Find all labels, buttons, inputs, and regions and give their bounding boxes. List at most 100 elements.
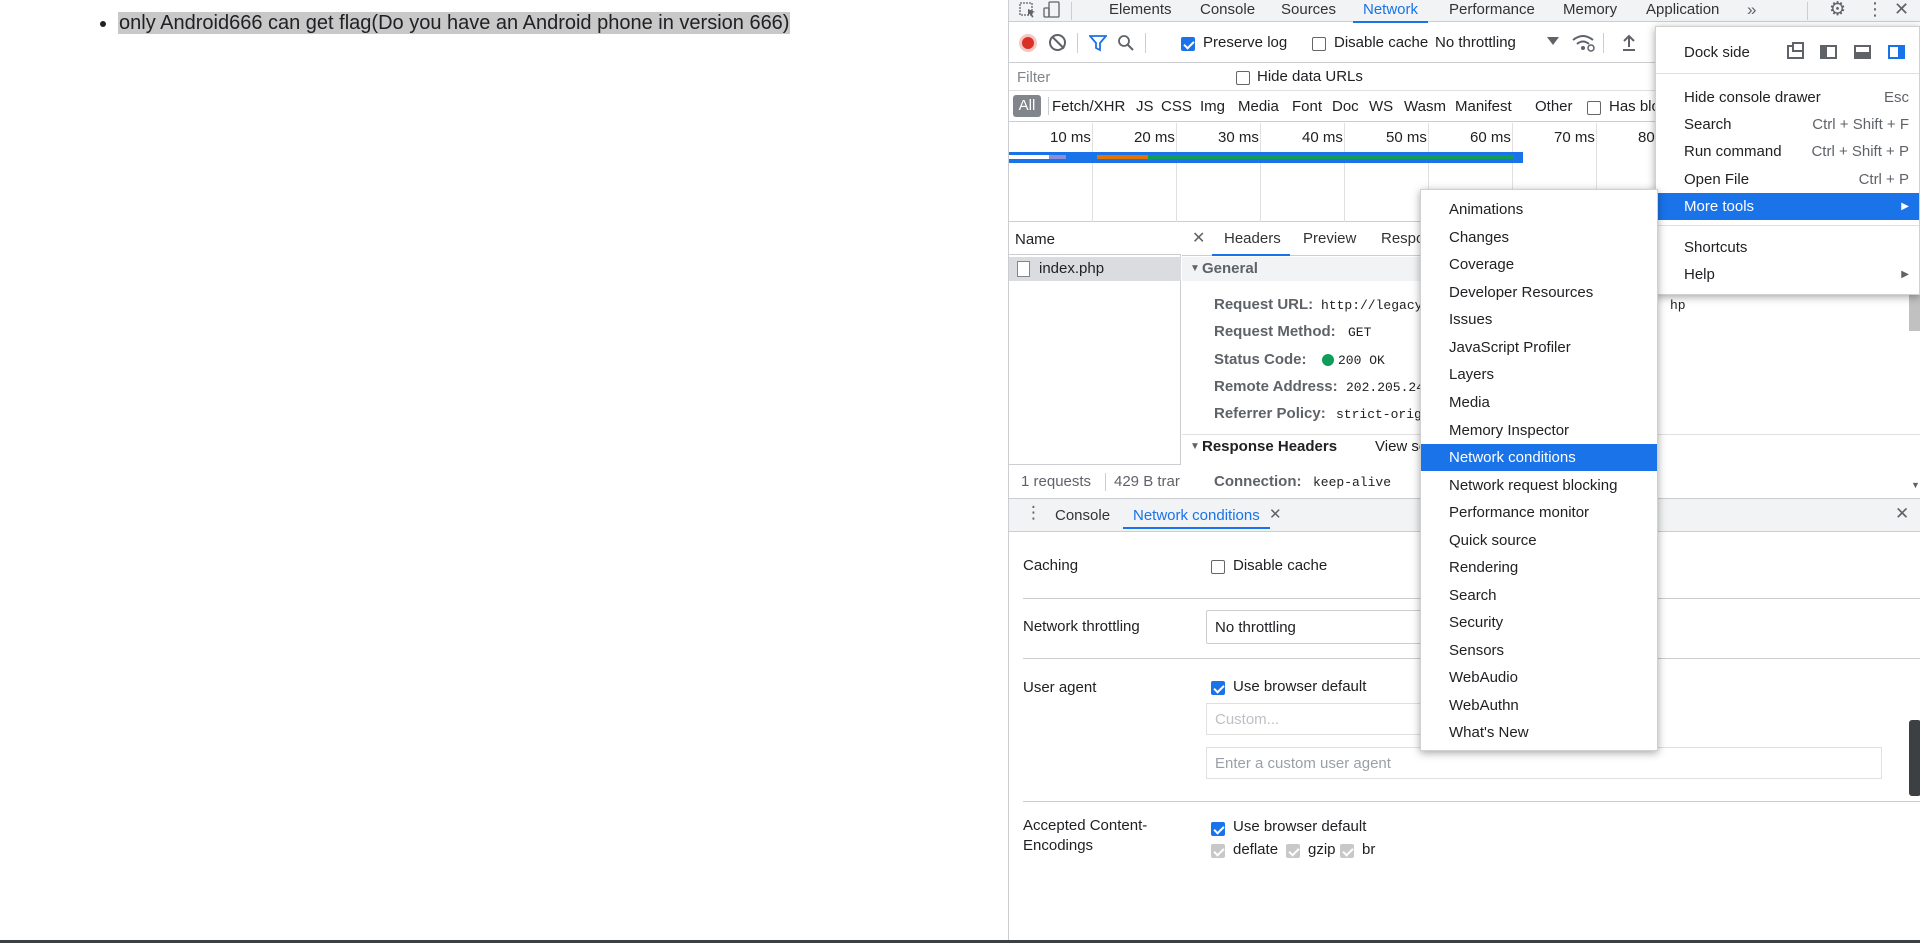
menu-item-network-conditions[interactable]: Network conditions — [1421, 444, 1657, 471]
encoding-br-checkbox — [1340, 842, 1354, 859]
menu-item-animations[interactable]: Animations — [1421, 196, 1657, 223]
type-divider — [1048, 97, 1049, 115]
bullet-text: only Android666 can get flag(Do you have… — [118, 12, 791, 34]
menu-item-coverage[interactable]: Coverage — [1421, 251, 1657, 278]
menu-item-hide-console-drawer[interactable]: Hide console drawer Esc — [1656, 84, 1919, 111]
menu-item-more-tools[interactable]: More tools ▶ — [1656, 193, 1919, 220]
drawer-disable-cache-checkbox[interactable] — [1211, 558, 1225, 575]
scrollbar-thumb[interactable] — [1909, 290, 1920, 331]
tab-sources[interactable]: Sources — [1281, 0, 1336, 22]
tab-elements[interactable]: Elements — [1109, 0, 1172, 22]
timeline-gridline — [1092, 123, 1093, 222]
device-toolbar-icon[interactable] — [1043, 1, 1061, 19]
scroll-down-icon[interactable]: ▼ — [1911, 480, 1920, 490]
has-blocked-cookies-checkbox[interactable] — [1587, 99, 1601, 116]
throttling-select[interactable]: No throttling — [1435, 34, 1516, 51]
type-filter-font[interactable]: Font — [1292, 98, 1322, 115]
record-icon[interactable] — [1019, 34, 1037, 52]
menu-item-search[interactable]: Search — [1421, 582, 1657, 609]
menu-item-developer-resources[interactable]: Developer Resources — [1421, 279, 1657, 306]
type-filter-xhr[interactable]: Fetch/XHR — [1052, 98, 1125, 115]
user-agent-label: User agent — [1023, 679, 1097, 696]
close-drawer-icon[interactable]: ✕ — [1895, 504, 1909, 524]
header-label: Request Method: — [1214, 323, 1336, 340]
menu-item-webauthn[interactable]: WebAuthn — [1421, 692, 1657, 719]
type-filter-img[interactable]: Img — [1200, 98, 1225, 115]
menu-item-help[interactable]: Help ▶ — [1656, 261, 1919, 288]
preserve-log-checkbox[interactable] — [1181, 35, 1195, 52]
filter-icon[interactable] — [1088, 34, 1108, 56]
clear-icon[interactable] — [1049, 34, 1066, 51]
network-conditions-wifi-icon[interactable] — [1571, 33, 1595, 57]
menu-item-whats-new[interactable]: What's New — [1421, 719, 1657, 746]
menu-item-media[interactable]: Media — [1421, 389, 1657, 416]
timeline-tick: 30 ms — [1218, 129, 1259, 146]
disable-cache-checkbox[interactable] — [1312, 35, 1326, 52]
ua-browser-default-checkbox[interactable] — [1211, 679, 1225, 696]
caching-label: Caching — [1023, 557, 1079, 574]
menu-item-memory-inspector[interactable]: Memory Inspector — [1421, 417, 1657, 444]
menu-item-run-command[interactable]: Run command Ctrl + Shift + P — [1656, 138, 1919, 165]
table-row[interactable]: index.php — [1009, 257, 1181, 281]
close-detail-icon[interactable]: ✕ — [1192, 228, 1205, 248]
tab-headers[interactable]: Headers — [1224, 229, 1281, 251]
close-tab-icon[interactable]: ✕ — [1269, 505, 1282, 523]
search-icon[interactable] — [1117, 34, 1135, 56]
type-filter-ws[interactable]: WS — [1369, 98, 1393, 115]
menu-item-rendering[interactable]: Rendering — [1421, 554, 1657, 581]
tab-console[interactable]: Console — [1200, 0, 1255, 22]
close-devtools-icon[interactable]: ✕ — [1894, 0, 1909, 20]
more-tools-submenu: Animations Changes Coverage Developer Re… — [1420, 189, 1658, 751]
menu-item-network-request-blocking[interactable]: Network request blocking — [1421, 472, 1657, 499]
timeline-bar-segment — [1097, 155, 1148, 159]
settings-gear-icon[interactable]: ⚙ — [1829, 0, 1846, 20]
tab-response[interactable]: Respo — [1381, 229, 1424, 251]
chevron-down-icon — [1547, 37, 1559, 45]
menu-item-performance-monitor[interactable]: Performance monitor — [1421, 499, 1657, 526]
tab-memory[interactable]: Memory — [1563, 0, 1617, 22]
menu-item-search[interactable]: Search Ctrl + Shift + F — [1656, 111, 1919, 138]
type-filter-doc[interactable]: Doc — [1332, 98, 1359, 115]
menu-item-javascript-profiler[interactable]: JavaScript Profiler — [1421, 334, 1657, 361]
name-column-header[interactable]: Name — [1015, 231, 1055, 248]
import-har-icon[interactable] — [1621, 33, 1637, 57]
dock-left-icon[interactable] — [1820, 45, 1837, 59]
customize-menu-icon[interactable]: ⋮ — [1866, 0, 1884, 18]
type-filter-manifest[interactable]: Manifest — [1455, 98, 1512, 115]
type-filter-other[interactable]: Other — [1535, 98, 1573, 115]
tab-application[interactable]: Application — [1646, 0, 1719, 22]
menu-item-webaudio[interactable]: WebAudio — [1421, 664, 1657, 691]
more-tabs-icon[interactable]: » — [1747, 0, 1756, 22]
undock-icon[interactable] — [1787, 42, 1804, 59]
custom-user-agent-input[interactable]: Enter a custom user agent — [1206, 747, 1882, 779]
tab-network[interactable]: Network — [1352, 0, 1429, 23]
encodings-browser-default-checkbox[interactable] — [1211, 820, 1225, 837]
drawer-menu-icon[interactable]: ⋮ — [1025, 503, 1042, 523]
tab-preview[interactable]: Preview — [1303, 229, 1356, 251]
menu-item-shortcuts[interactable]: Shortcuts — [1656, 234, 1919, 261]
type-filter-wasm[interactable]: Wasm — [1404, 98, 1446, 115]
drawer-tab-network-conditions[interactable]: Network conditions — [1123, 506, 1270, 529]
type-filter-css[interactable]: CSS — [1161, 98, 1192, 115]
menu-item-changes[interactable]: Changes — [1421, 224, 1657, 251]
drawer-tab-console[interactable]: Console — [1055, 506, 1110, 528]
menu-item-layers[interactable]: Layers — [1421, 361, 1657, 388]
tab-performance[interactable]: Performance — [1449, 0, 1535, 22]
menu-item-sensors[interactable]: Sensors — [1421, 637, 1657, 664]
dock-bottom-icon[interactable] — [1854, 45, 1871, 59]
type-filter-js[interactable]: JS — [1136, 98, 1154, 115]
type-filter-all[interactable]: All — [1013, 95, 1041, 117]
encodings-label-line2: Encodings — [1023, 837, 1094, 854]
menu-item-open-file[interactable]: Open File Ctrl + P — [1656, 166, 1919, 193]
type-filter-media[interactable]: Media — [1238, 98, 1279, 115]
dock-side-label: Dock side — [1684, 44, 1750, 61]
menu-item-security[interactable]: Security — [1421, 609, 1657, 636]
dock-right-icon[interactable] — [1888, 45, 1905, 59]
filter-input[interactable]: Filter — [1011, 66, 1221, 88]
menu-item-issues[interactable]: Issues — [1421, 306, 1657, 333]
menu-item-quick-source[interactable]: Quick source — [1421, 527, 1657, 554]
inspect-element-icon[interactable] — [1019, 2, 1037, 18]
hide-data-urls-checkbox[interactable] — [1236, 69, 1250, 86]
header-value: http://legacy — [1321, 298, 1423, 313]
side-widget[interactable] — [1909, 720, 1920, 796]
